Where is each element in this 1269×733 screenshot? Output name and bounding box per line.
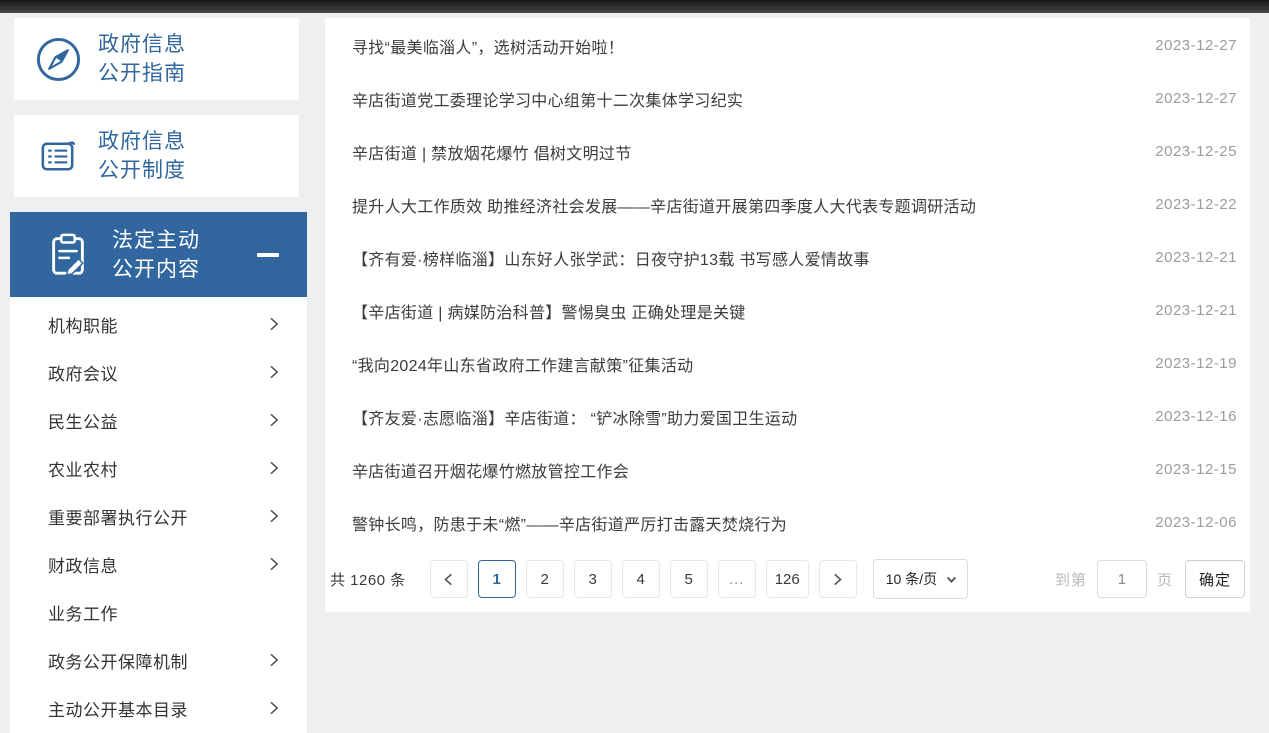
page-size-label: 10 条/页: [886, 569, 937, 589]
news-date: 2023-12-06: [1155, 514, 1237, 531]
pagination-bar: 共 1260 条 12345... 126 10 条/页 到第 页 确定: [325, 553, 1250, 605]
sidebar-menu-item[interactable]: 政府会议: [10, 348, 307, 396]
news-row[interactable]: 【辛店街道 | 病媒防治科普】警惕臭虫 正确处理是关键 2023-12-21: [325, 284, 1250, 337]
chevron-right-icon: [267, 317, 281, 331]
news-date: 2023-12-21: [1155, 249, 1237, 266]
news-title-link[interactable]: 辛店街道党工委理论学习中心组第十二次集体学习纪实: [352, 87, 743, 111]
page-button-126[interactable]: 126: [766, 560, 809, 598]
document-lines-icon: [34, 133, 82, 180]
sidebar-menu-item[interactable]: 重要部署执行公开: [10, 492, 307, 540]
news-row[interactable]: 辛店街道 | 禁放烟花爆竹 倡树文明过节 2023-12-25: [325, 125, 1250, 178]
top-dark-bar: [0, 0, 1269, 13]
news-date: 2023-12-15: [1155, 461, 1237, 478]
news-title-link[interactable]: “我向2024年山东省政府工作建言献策”征集活动: [352, 352, 693, 376]
news-row[interactable]: 辛店街道召开烟花爆竹燃放管控工作会 2023-12-15: [325, 443, 1250, 496]
goto-page-group: 到第 页 确定: [1055, 560, 1245, 598]
news-row[interactable]: “我向2024年山东省政府工作建言献策”征集活动 2023-12-19: [325, 337, 1250, 390]
news-row[interactable]: 辛店街道党工委理论学习中心组第十二次集体学习纪实 2023-12-27: [325, 72, 1250, 125]
chevron-right-icon: [267, 509, 281, 523]
sidebar-menu-item-label: 政务公开保障机制: [48, 648, 188, 673]
page-button-5[interactable]: 5: [670, 560, 708, 598]
chevron-right-icon: [267, 413, 281, 427]
sidebar-menu-item-label: 农业农村: [48, 456, 118, 481]
sidebar-menu-item-label: 机构职能: [48, 312, 118, 337]
sidebar-menu-item[interactable]: 农业农村: [10, 444, 307, 492]
page-size-select[interactable]: 10 条/页: [873, 559, 968, 599]
sidebar-menu-item-label: 重要部署执行公开: [48, 504, 188, 529]
chevron-right-icon: [267, 365, 281, 379]
sidebar-menu-item[interactable]: 业务工作: [10, 588, 307, 636]
page-button-3[interactable]: 3: [574, 560, 612, 598]
news-list: 寻找“最美临淄人”，选树活动开始啦！2023-12-27辛店街道党工委理论学习中…: [325, 18, 1250, 549]
sidebar-menu-item-label: 主动公开基本目录: [48, 696, 188, 721]
news-title-link[interactable]: 警钟长鸣，防患于未“燃”——辛店街道严厉打击露天焚烧行为: [352, 511, 787, 535]
total-count-label: 共 1260 条: [330, 569, 406, 590]
news-title-link[interactable]: 【齐友爱·志愿临淄】辛店街道： “铲冰除雪”助力爱国卫生运动: [352, 405, 797, 429]
sidebar-menu: 机构职能 政府会议 民生公益 农业农村 重要部署: [10, 297, 307, 733]
goto-page-input[interactable]: [1097, 560, 1147, 598]
news-title-link[interactable]: 寻找“最美临淄人”，选树活动开始啦！: [352, 34, 624, 58]
news-title-link[interactable]: 辛店街道 | 禁放烟花爆竹 倡树文明过节: [352, 140, 632, 164]
chevron-right-icon: [267, 653, 281, 667]
confirm-button[interactable]: 确定: [1185, 560, 1245, 598]
sidebar-card-guide-title: 政府信息 公开指南: [98, 30, 186, 88]
collapse-minus-icon[interactable]: [257, 253, 279, 257]
page-button-4[interactable]: 4: [622, 560, 660, 598]
sidebar: 政府信息 公开指南 政府信息 公开制度: [10, 18, 307, 733]
page-button-1[interactable]: 1: [478, 560, 516, 598]
sidebar-card-legal-active[interactable]: 法定主动 公开内容: [10, 212, 307, 297]
chevron-right-icon: [267, 461, 281, 475]
chevron-right-icon: [267, 701, 281, 715]
news-date: 2023-12-27: [1155, 90, 1237, 107]
goto-prefix-label: 到第: [1055, 569, 1087, 590]
sidebar-menu-item[interactable]: 主动公开基本目录: [10, 684, 307, 732]
news-panel: 寻找“最美临淄人”，选树活动开始啦！2023-12-27辛店街道党工委理论学习中…: [325, 18, 1250, 612]
news-title-link[interactable]: 【齐有爱·榜样临淄】山东好人张学武：日夜守护13载 书写感人爱情故事: [352, 246, 870, 270]
news-row[interactable]: 寻找“最美临淄人”，选树活动开始啦！ 2023-12-27: [325, 19, 1250, 72]
goto-suffix-label: 页: [1157, 569, 1173, 590]
sidebar-menu-item[interactable]: 民生公益: [10, 396, 307, 444]
chevron-right-icon: [267, 557, 281, 571]
sidebar-card-system[interactable]: 政府信息 公开制度: [14, 115, 299, 197]
clipboard-pencil-icon: [44, 230, 92, 280]
news-date: 2023-12-27: [1155, 37, 1237, 54]
page-number-buttons: 12345... 126: [478, 560, 809, 598]
sidebar-menu-item-label: 民生公益: [48, 408, 118, 433]
page-ellipsis[interactable]: ...: [718, 560, 756, 598]
next-page-button[interactable]: [819, 560, 857, 598]
sidebar-menu-item-label: 业务工作: [48, 600, 118, 625]
chevron-down-icon: [946, 574, 957, 585]
news-row[interactable]: 【齐有爱·榜样临淄】山东好人张学武：日夜守护13载 书写感人爱情故事 2023-1…: [325, 231, 1250, 284]
news-row[interactable]: 警钟长鸣，防患于未“燃”——辛店街道严厉打击露天焚烧行为 2023-12-06: [325, 496, 1250, 549]
news-date: 2023-12-16: [1155, 408, 1237, 425]
news-title-link[interactable]: 提升人大工作质效 助推经济社会发展——辛店街道开展第四季度人大代表专题调研活动: [352, 193, 976, 217]
sidebar-menu-item-label: 财政信息: [48, 552, 118, 577]
sidebar-card-guide[interactable]: 政府信息 公开指南: [14, 18, 299, 100]
news-date: 2023-12-22: [1155, 196, 1237, 213]
news-date: 2023-12-19: [1155, 355, 1237, 372]
news-title-link[interactable]: 【辛店街道 | 病媒防治科普】警惕臭虫 正确处理是关键: [352, 299, 746, 323]
sidebar-card-system-title: 政府信息 公开制度: [98, 127, 186, 185]
news-title-link[interactable]: 辛店街道召开烟花爆竹燃放管控工作会: [352, 458, 629, 482]
sidebar-card-legal-title: 法定主动 公开内容: [112, 226, 200, 284]
prev-page-button[interactable]: [430, 560, 468, 598]
news-date: 2023-12-21: [1155, 302, 1237, 319]
news-row[interactable]: 【齐友爱·志愿临淄】辛店街道： “铲冰除雪”助力爱国卫生运动 2023-12-16: [325, 390, 1250, 443]
compass-icon: [34, 36, 82, 83]
news-row[interactable]: 提升人大工作质效 助推经济社会发展——辛店街道开展第四季度人大代表专题调研活动 2…: [325, 178, 1250, 231]
sidebar-menu-item[interactable]: 政务公开保障机制: [10, 636, 307, 684]
news-date: 2023-12-25: [1155, 143, 1237, 160]
sidebar-menu-item-label: 政府会议: [48, 360, 118, 385]
sidebar-menu-item[interactable]: 财政信息: [10, 540, 307, 588]
sidebar-menu-item[interactable]: 机构职能: [10, 300, 307, 348]
page-button-2[interactable]: 2: [526, 560, 564, 598]
